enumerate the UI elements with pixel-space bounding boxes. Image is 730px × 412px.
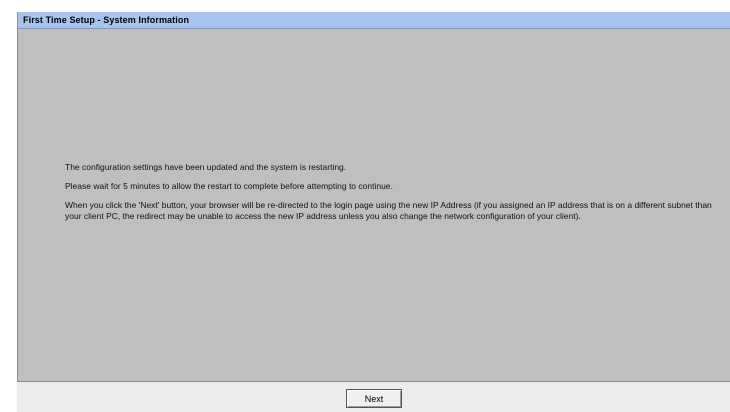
- panel-title-bar: First Time Setup - System Information: [18, 12, 730, 29]
- wait-instruction-message: Please wait for 5 minutes to allow the r…: [65, 181, 393, 191]
- message-area: The configuration settings have been upd…: [65, 162, 727, 230]
- page-title: First Time Setup - System Information: [23, 15, 190, 25]
- button-bar: Next: [17, 382, 730, 412]
- setup-page: First Time Setup - System Information Th…: [0, 0, 730, 412]
- next-button[interactable]: Next: [346, 389, 402, 408]
- system-information-panel: First Time Setup - System Information Th…: [17, 12, 730, 382]
- redirect-notice-message: When you click the 'Next' button, your b…: [65, 200, 712, 221]
- restart-status-message: The configuration settings have been upd…: [65, 162, 347, 172]
